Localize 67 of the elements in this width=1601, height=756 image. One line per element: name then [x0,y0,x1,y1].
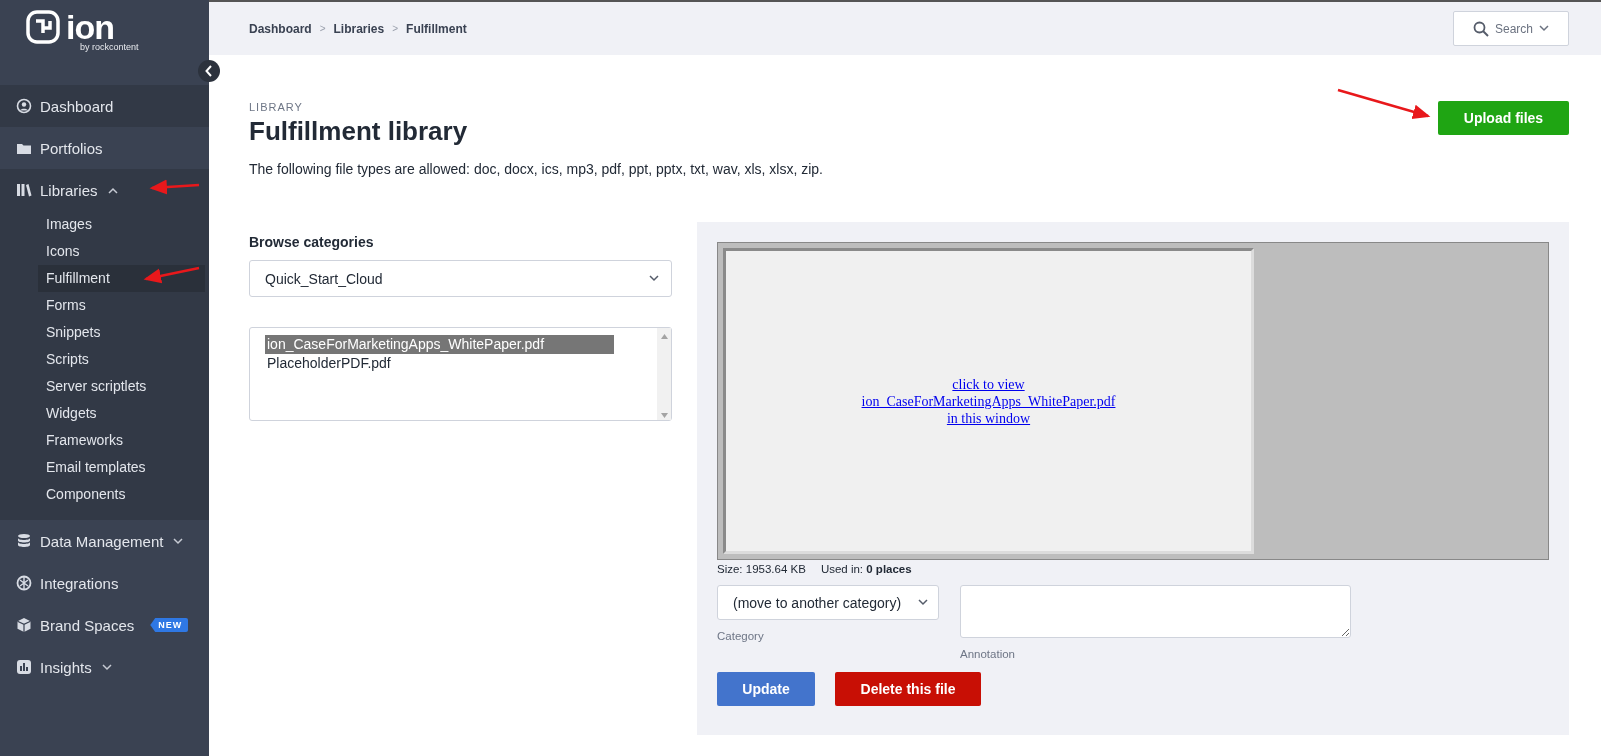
books-icon [16,182,32,198]
category-dropdown[interactable]: Quick_Start_Cloud [249,260,672,297]
chevron-down-icon [173,537,184,545]
sidebar-subitem[interactable]: Components [0,481,205,508]
sidebar-subitem[interactable]: Fulfillment [38,265,205,292]
scrollbar[interactable] [657,328,671,420]
database-icon [16,533,32,549]
usage-count: Used in: 0 places [820,563,912,575]
sidebar-subitem[interactable]: Scripts [0,346,205,373]
view-file-link[interactable]: click to view [952,375,1025,393]
scroll-down-icon[interactable] [660,413,668,418]
user-circle-icon [16,98,32,114]
sidebar-subitem[interactable]: Forms [0,292,205,319]
delete-file-button[interactable]: Delete this file [835,672,981,706]
breadcrumb-separator: > [319,23,326,34]
sidebar-subitem[interactable]: Email templates [0,454,205,481]
logo-icon [26,10,60,44]
cube-icon [16,617,32,633]
sidebar-subitem[interactable]: Images [0,211,205,238]
sidebar-subitem[interactable]: Snippets [0,319,205,346]
sidebar-item[interactable]: Integrations [0,562,209,604]
annotation-arrow [149,179,200,195]
sidebar-item[interactable]: Data Management [0,520,209,562]
breadcrumb-separator: > [392,23,399,34]
chevron-down-icon [918,599,928,606]
page-title: Fulfillment library [249,116,469,147]
sidebar-subitem[interactable]: Server scriptlets [0,373,205,400]
annotation-field[interactable] [960,585,1351,638]
category-label: Category [717,630,765,642]
annotation-arrow [143,266,200,284]
breadcrumb-link[interactable]: Libraries [333,21,385,36]
sidebar-subitem[interactable]: Frameworks [0,427,205,454]
sidebar-item[interactable]: Insights [0,646,209,688]
page-eyebrow: LIBRARY [249,101,304,113]
sidebar-item[interactable]: Dashboard [0,85,209,127]
search-button[interactable]: Search [1453,11,1569,46]
new-badge: NEW [150,618,189,632]
chevron-left-icon [205,65,213,77]
sidebar-item[interactable]: Libraries [0,169,209,211]
view-file-link[interactable]: in this window [946,409,1031,427]
file-types-description: The following file types are allowed: doc, docx, ics, mp3, pdf, ppt, pptx, txt, wav, xls, xlsx, zip. [249,161,823,177]
logo-tagline: by rockcontent [80,42,140,52]
bar-chart-icon [16,659,32,675]
breadcrumb-link[interactable]: Dashboard [249,21,312,36]
update-button[interactable]: Update [717,672,815,706]
view-file-link[interactable]: ion_CaseForMarketingApps_WhitePaper.pdf [861,392,1116,410]
sidebar-item[interactable]: Brand Spaces NEW [0,604,209,646]
file-listbox[interactable]: ion_CaseForMarketingApps_WhitePaper.pdf PlaceholderPDF.pdf [249,327,672,421]
search-icon [1473,20,1489,37]
scroll-up-icon[interactable] [660,334,668,339]
globe-icon [16,575,32,591]
chevron-down-icon [101,663,112,671]
sidebar-subitem[interactable]: Icons [0,238,205,265]
move-category-dropdown[interactable]: (move to another category) [717,585,939,620]
annotation-label: Annotation [960,648,1016,660]
breadcrumb-link[interactable]: Fulfillment [406,21,467,36]
file-option[interactable]: PlaceholderPDF.pdf [265,354,614,373]
file-size: Size: 1953.64 KB [717,563,806,575]
chevron-down-icon [1539,25,1549,32]
chevron-down-icon [649,275,659,282]
chevron-up-icon [107,186,118,194]
sidebar-item[interactable]: Portfolios [0,127,209,169]
logo-text: ion [66,10,114,44]
collapse-sidebar-button[interactable] [198,60,220,82]
browse-categories-label: Browse categories [249,234,375,250]
file-option[interactable]: ion_CaseForMarketingApps_WhitePaper.pdf [265,335,614,354]
sidebar-subitem[interactable]: Widgets [0,400,205,427]
